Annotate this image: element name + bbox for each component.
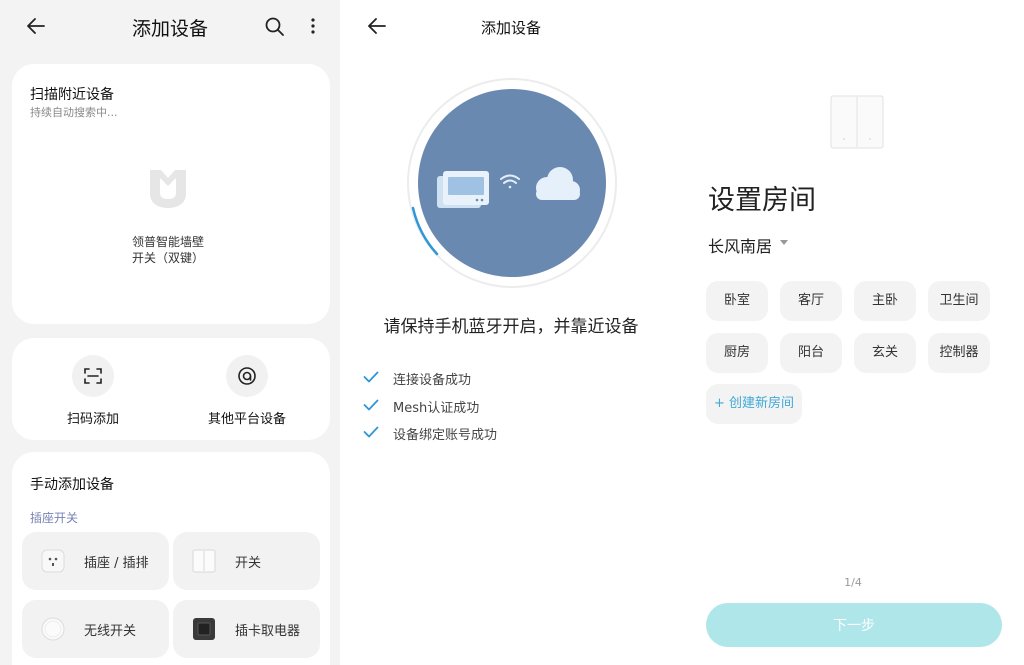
header: 添加设备 xyxy=(0,0,340,56)
wireless-switch-icon xyxy=(41,617,65,641)
room-chip[interactable]: 卫生间 xyxy=(928,281,990,321)
page-title: 添加设备 xyxy=(131,18,208,40)
manual-add-card: 手动添加设备 插座开关 插座 / 插排 开关 无线开关 插卡取电器 xyxy=(12,452,330,665)
connect-progress-panel: 添加设备 请保持手机蓝牙开启，并靠近设备 连接设备成功 Mesh认证成功 设备绑… xyxy=(341,0,681,665)
check-icon xyxy=(363,371,379,383)
scan-status: 持续自动搜索中... xyxy=(30,106,118,119)
step-label: 连接设备成功 xyxy=(393,373,472,388)
socket-icon xyxy=(41,549,65,573)
room-chip[interactable]: 卧室 xyxy=(706,281,768,321)
check-icon xyxy=(363,426,379,438)
caret-down-icon[interactable] xyxy=(780,240,788,246)
scan-icon xyxy=(84,368,102,384)
page-indicator: 1/4 xyxy=(844,576,862,589)
device-type-wireless-switch[interactable]: 无线开关 xyxy=(22,600,169,658)
platform-icon xyxy=(238,367,256,385)
quick-add-card: 扫码添加 其他平台设备 xyxy=(12,338,330,440)
home-selector[interactable]: 长风南居 xyxy=(708,233,772,257)
card-power-label: 插卡取电器 xyxy=(235,624,301,639)
step-label: 设备绑定账号成功 xyxy=(393,428,498,443)
room-chip[interactable]: 厨房 xyxy=(706,333,768,373)
room-chip[interactable]: 客厅 xyxy=(780,281,842,321)
switch-label: 开关 xyxy=(235,556,262,571)
room-chip[interactable]: 玄关 xyxy=(854,333,916,373)
set-room-panel: 设置房间 长风南居 卧室 客厅 主卧 卫生间 厨房 阳台 玄关 控制器 + 创建… xyxy=(682,0,1024,665)
more-icon[interactable] xyxy=(306,15,320,37)
scan-code-button[interactable]: 扫码添加 xyxy=(18,355,168,427)
add-device-panel: 添加设备 扫描附近设备 持续自动搜索中... 领普智能墙壁开关（双键） 扫码添加 xyxy=(0,0,340,665)
search-icon[interactable] xyxy=(264,16,286,38)
scan-nearby-card: 扫描附近设备 持续自动搜索中... 领普智能墙壁开关（双键） xyxy=(12,64,330,324)
next-step-button[interactable]: 下一步 xyxy=(706,603,1002,647)
room-chip[interactable]: 控制器 xyxy=(928,333,990,373)
room-chip[interactable]: 阳台 xyxy=(780,333,842,373)
set-room-heading: 设置房间 xyxy=(708,185,816,216)
step-label: Mesh认证成功 xyxy=(393,401,480,416)
other-platform-button[interactable]: 其他平台设备 xyxy=(172,355,322,427)
scan-title: 扫描附近设备 xyxy=(30,87,114,103)
connection-illustration xyxy=(407,78,617,288)
room-chip[interactable]: 主卧 xyxy=(854,281,916,321)
category-label: 插座开关 xyxy=(30,511,79,525)
manual-title: 手动添加设备 xyxy=(30,477,114,493)
check-icon xyxy=(363,399,379,411)
other-platform-label: 其他平台设备 xyxy=(207,412,286,427)
scan-code-label: 扫码添加 xyxy=(66,412,119,427)
create-room-button[interactable]: + 创建新房间 xyxy=(706,384,802,424)
wireless-switch-label: 无线开关 xyxy=(84,624,137,639)
socket-label: 插座 / 插排 xyxy=(84,556,149,571)
device-type-card-power[interactable]: 插卡取电器 xyxy=(173,600,320,658)
device-panel-icon xyxy=(437,171,489,208)
mijia-logo-icon[interactable] xyxy=(148,166,188,210)
double-switch-device-image xyxy=(830,95,884,149)
device-type-switch[interactable]: 开关 xyxy=(173,532,320,590)
keep-bluetooth-message: 请保持手机蓝牙开启，并靠近设备 xyxy=(383,317,639,337)
card-power-icon xyxy=(193,618,215,640)
switch-icon xyxy=(192,549,216,573)
found-device-name[interactable]: 领普智能墙壁开关（双键） xyxy=(128,234,208,266)
device-type-socket[interactable]: 插座 / 插排 xyxy=(22,532,169,590)
page-title: 添加设备 xyxy=(480,19,541,37)
